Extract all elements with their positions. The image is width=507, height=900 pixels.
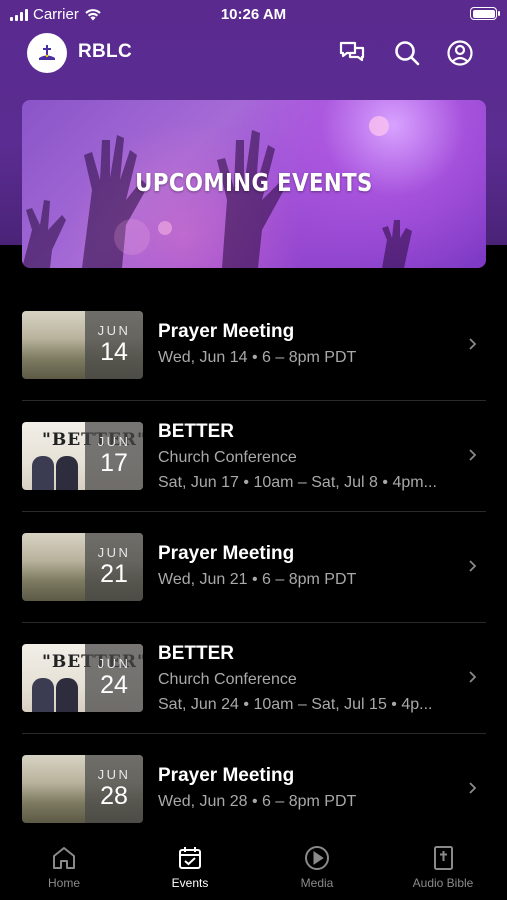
home-icon (53, 847, 75, 869)
tab-label: Home (47, 876, 80, 890)
chevron-right-icon (469, 782, 477, 794)
event-subtitle: Church Conference (158, 671, 297, 688)
speaker-photo (56, 456, 78, 490)
event-row[interactable]: JUN 28 Prayer Meeting Wed, Jun 28 • 6 – … (22, 734, 486, 845)
tab-label: Audio Bible (412, 876, 474, 890)
profile-icon[interactable] (445, 38, 475, 68)
tab-events[interactable]: Events (140, 844, 240, 890)
event-thumbnail: "BETTER" JUN 24 (22, 644, 143, 712)
event-title: Prayer Meeting (158, 765, 295, 786)
event-details: Wed, Jun 14 • 6 – 8pm PDT (158, 349, 357, 366)
date-month: JUN (97, 656, 131, 671)
upcoming-events-banner: UPCOMING EVENTS (22, 100, 486, 268)
event-thumbnail: JUN 14 (22, 311, 143, 379)
event-title: Prayer Meeting (158, 543, 295, 564)
event-thumbnail: "BETTER" JUN 17 (22, 422, 143, 490)
event-row[interactable]: "BETTER" JUN 17 BETTER Church Conference… (22, 401, 486, 512)
event-title: BETTER (158, 421, 234, 442)
chevron-right-icon (469, 671, 477, 683)
play-icon (305, 846, 329, 870)
date-day: 28 (100, 782, 128, 810)
bottom-tab-bar: Home Events Media Audio Bible (0, 838, 507, 900)
date-badge: JUN 24 (85, 644, 143, 712)
date-badge: JUN 21 (85, 533, 143, 601)
date-month: JUN (97, 434, 131, 449)
date-day: 17 (100, 449, 128, 477)
messages-icon[interactable] (337, 38, 367, 68)
tab-audio-bible[interactable]: Audio Bible (393, 844, 493, 890)
status-bar: Carrier 10:26 AM (0, 0, 507, 28)
date-badge: JUN 28 (85, 755, 143, 823)
search-icon[interactable] (392, 38, 422, 68)
speaker-photo (56, 678, 78, 712)
chevron-right-icon (469, 338, 477, 350)
event-row[interactable]: JUN 14 Prayer Meeting Wed, Jun 14 • 6 – … (22, 290, 486, 401)
event-subtitle: Church Conference (158, 449, 297, 466)
chevron-right-icon (469, 449, 477, 461)
event-details: Wed, Jun 21 • 6 – 8pm PDT (158, 571, 357, 588)
event-details: Sat, Jun 17 • 10am – Sat, Jul 8 • 4pm... (158, 474, 437, 491)
app-header: RBLC (0, 30, 507, 76)
tab-label: Media (300, 876, 334, 890)
church-logo[interactable] (27, 33, 67, 73)
speaker-photo (32, 456, 54, 490)
date-day: 21 (100, 560, 128, 588)
event-row[interactable]: JUN 21 Prayer Meeting Wed, Jun 21 • 6 – … (22, 512, 486, 623)
speaker-photo (32, 678, 54, 712)
app-title: RBLC (78, 41, 132, 62)
event-details: Wed, Jun 28 • 6 – 8pm PDT (158, 793, 357, 810)
tab-label: Events (171, 876, 209, 890)
events-list: JUN 14 Prayer Meeting Wed, Jun 14 • 6 – … (22, 290, 486, 845)
chevron-right-icon (469, 560, 477, 572)
event-title: BETTER (158, 643, 234, 664)
status-time: 10:26 AM (220, 6, 287, 23)
tab-home[interactable]: Home (14, 844, 114, 890)
banner-title: UPCOMING EVENTS (135, 168, 373, 197)
event-details: Sat, Jun 24 • 10am – Sat, Jul 15 • 4p... (158, 696, 433, 713)
event-title: Prayer Meeting (158, 321, 295, 342)
tab-media[interactable]: Media (267, 844, 367, 890)
date-month: JUN (97, 545, 131, 560)
date-day: 14 (100, 338, 128, 366)
date-day: 24 (100, 671, 128, 699)
date-badge: JUN 17 (85, 422, 143, 490)
event-row[interactable]: "BETTER" JUN 24 BETTER Church Conference… (22, 623, 486, 734)
event-thumbnail: JUN 21 (22, 533, 143, 601)
date-month: JUN (97, 767, 131, 782)
date-month: JUN (97, 323, 131, 338)
bible-icon (434, 846, 453, 870)
event-thumbnail: JUN 28 (22, 755, 143, 823)
date-badge: JUN 14 (85, 311, 143, 379)
logo-icon (39, 45, 55, 60)
calendar-icon (179, 847, 201, 869)
battery-icon (470, 7, 500, 20)
